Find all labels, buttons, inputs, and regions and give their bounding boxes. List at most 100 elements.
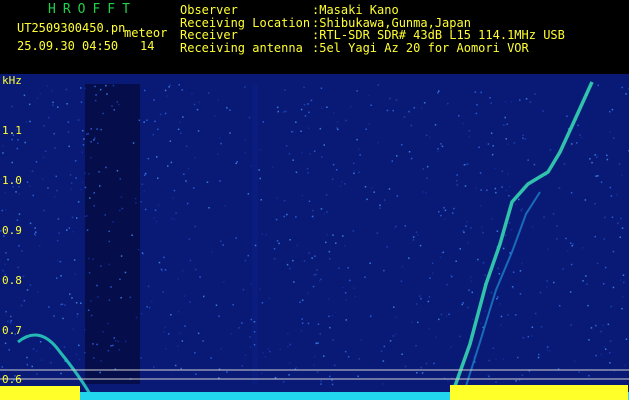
noise-dot <box>117 340 119 343</box>
noise-dot <box>178 332 181 334</box>
noise-dot <box>24 141 26 144</box>
noise-dot <box>169 140 172 142</box>
noise-dot <box>17 139 19 141</box>
noise-dot <box>552 213 555 215</box>
noise-dot <box>326 106 328 108</box>
noise-dot <box>360 339 363 341</box>
noise-dot <box>301 194 304 197</box>
noise-dot <box>56 239 59 242</box>
noise-dot <box>167 165 169 167</box>
noise-dot <box>323 355 325 357</box>
noise-dot <box>595 175 597 177</box>
noise-dot <box>47 116 50 119</box>
noise-dot <box>512 287 515 289</box>
noise-dot <box>495 381 497 383</box>
noise-dot <box>276 197 278 199</box>
noise-dot <box>495 358 497 360</box>
noise-dot <box>358 358 361 360</box>
noise-dot <box>451 275 453 278</box>
noise-dot <box>422 191 425 193</box>
noise-dot <box>4 263 6 266</box>
noise-dot <box>198 101 200 103</box>
noise-dot <box>415 344 417 347</box>
y-tick-label: 1.0 <box>2 174 22 187</box>
noise-dot <box>425 362 428 365</box>
noise-dot <box>295 121 297 123</box>
noise-dot <box>307 103 309 105</box>
noise-dot <box>154 209 157 211</box>
noise-dot <box>66 103 68 105</box>
noise-dot <box>102 331 104 333</box>
noise-dot <box>335 242 337 244</box>
noise-dot <box>531 326 534 328</box>
noise-dot <box>603 238 605 240</box>
noise-dot <box>625 338 628 340</box>
noise-dot <box>382 383 385 385</box>
noise-dot <box>108 240 110 243</box>
noise-dot <box>600 330 602 333</box>
noise-dot <box>268 297 271 300</box>
noise-dot <box>41 359 43 361</box>
noise-dot <box>371 187 373 189</box>
noise-dot <box>197 130 200 132</box>
date-value: 25.09.30 <box>17 39 75 53</box>
noise-dot <box>344 244 346 247</box>
noise-dot <box>408 151 411 153</box>
noise-dot <box>93 192 95 194</box>
noise-dot <box>220 142 222 145</box>
noise-dot <box>582 247 584 249</box>
noise-dot <box>562 268 564 270</box>
noise-dot <box>497 296 499 298</box>
noise-dot <box>455 180 458 182</box>
noise-dot <box>215 304 218 306</box>
noise-dot <box>132 142 135 144</box>
noise-dot <box>10 315 12 318</box>
noise-dot <box>289 267 291 270</box>
noise-dot <box>42 156 45 159</box>
noise-dot <box>571 143 573 145</box>
noise-dot <box>404 225 406 227</box>
noise-dot <box>164 112 167 115</box>
noise-dot <box>293 281 295 283</box>
noise-dot <box>588 339 590 341</box>
noise-dot <box>253 344 256 346</box>
noise-dot <box>306 167 309 170</box>
noise-dot <box>1 366 3 368</box>
noise-dot <box>499 303 501 305</box>
noise-dot <box>43 209 45 212</box>
noise-dot <box>312 285 315 288</box>
noise-dot <box>370 313 373 316</box>
noise-dot <box>320 208 323 210</box>
noise-dot <box>427 300 430 303</box>
noise-dot <box>141 252 144 254</box>
noise-dot <box>597 175 599 177</box>
noise-dot <box>415 231 418 233</box>
noise-dot <box>67 131 70 133</box>
noise-dot <box>423 102 426 104</box>
noise-dot <box>283 111 285 113</box>
noise-dot <box>522 137 524 139</box>
noise-dot <box>75 353 78 356</box>
noise-dot <box>455 260 457 262</box>
noise-dot <box>412 236 415 238</box>
noise-dot <box>323 213 326 215</box>
noise-dot <box>116 170 119 172</box>
noise-dot <box>219 180 221 182</box>
noise-dot <box>308 127 310 129</box>
noise-dot <box>461 303 463 306</box>
noise-dot <box>320 383 322 385</box>
noise-dot <box>71 297 73 299</box>
info-row-observer: Observer :Masaki Kano <box>180 4 565 17</box>
noise-dot <box>570 324 572 326</box>
noise-dot <box>419 244 422 247</box>
noise-dot <box>463 164 466 166</box>
noise-dot <box>610 195 613 197</box>
noise-dot <box>571 245 573 247</box>
noise-dot <box>596 262 599 265</box>
noise-dot <box>151 300 153 303</box>
noise-dot <box>513 142 516 144</box>
noise-dot <box>162 291 164 293</box>
noise-dot <box>488 375 490 378</box>
noise-dot <box>389 97 391 100</box>
noise-dot <box>566 250 569 252</box>
